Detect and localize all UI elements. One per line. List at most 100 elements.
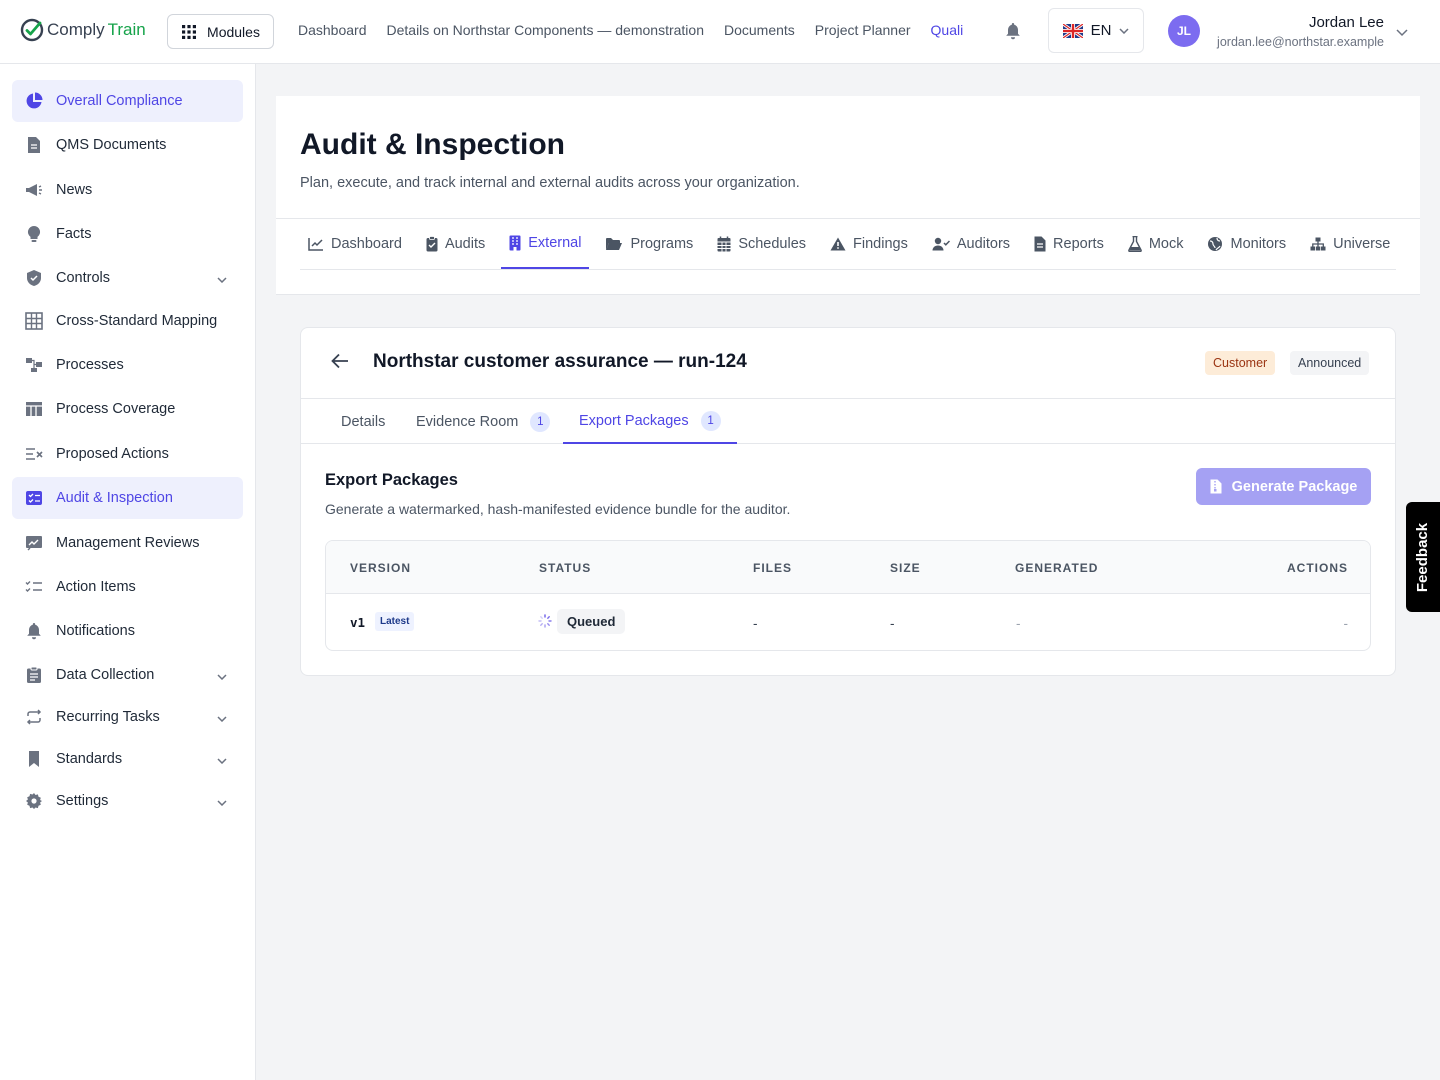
subtab-details[interactable]: Details	[341, 399, 385, 444]
top-nav-dashboard[interactable]: Dashboard	[298, 22, 367, 38]
sidebar-item-label: Data Collection	[56, 667, 155, 683]
subtab-export-packages[interactable]: Export Packages 1	[563, 399, 737, 444]
sidebar-item-facts[interactable]: Facts	[12, 213, 243, 255]
sidebar-item-audit-inspection[interactable]: Audit & Inspection	[12, 477, 243, 519]
document-icon	[24, 135, 44, 155]
sidebar-item-label: Recurring Tasks	[56, 709, 160, 725]
pie-chart-icon	[24, 91, 44, 111]
clipboard-icon	[24, 665, 44, 685]
sidebar-item-cross-standard-mapping[interactable]: Cross-Standard Mapping	[12, 300, 243, 342]
list-check-icon	[24, 577, 44, 597]
top-nav-documents[interactable]: Documents	[724, 22, 795, 38]
sidebar-item-settings[interactable]: Settings	[12, 780, 243, 822]
file-zip-icon	[1210, 479, 1222, 494]
column-header-files: FILES	[753, 561, 793, 575]
latest-badge: Latest	[375, 612, 415, 631]
files-cell: -	[753, 616, 758, 631]
tab-mock[interactable]: Mock	[1120, 219, 1192, 269]
notifications-bell-icon[interactable]	[1005, 22, 1021, 45]
tab-monitors[interactable]: Monitors	[1199, 219, 1294, 269]
tab-schedules[interactable]: Schedules	[709, 219, 814, 269]
language-label: EN	[1090, 22, 1112, 39]
user-email: jordan.lee@northstar.example	[1217, 35, 1384, 49]
tab-universe[interactable]: Universe	[1302, 219, 1398, 269]
tab-reports[interactable]: Reports	[1026, 219, 1112, 269]
column-header-generated: GENERATED	[1015, 561, 1099, 575]
chevron-down-icon	[217, 794, 227, 810]
sidebar-item-notifications[interactable]: Notifications	[12, 610, 243, 652]
app-logo[interactable]: Comply Train	[20, 18, 146, 42]
tab-dashboard[interactable]: Dashboard	[300, 219, 410, 269]
page-title: Audit & Inspection	[300, 128, 565, 161]
chevron-down-icon	[217, 271, 227, 287]
sidebar-item-label: Management Reviews	[56, 535, 200, 551]
tab-label: Schedules	[738, 236, 807, 252]
column-header-version: VERSION	[350, 561, 412, 575]
sidebar-item-label: Process Coverage	[56, 401, 176, 417]
sidebar-item-qms-documents[interactable]: QMS Documents	[12, 124, 243, 166]
tab-audits[interactable]: Audits	[418, 219, 493, 269]
check-circle-logo-icon	[20, 18, 44, 42]
top-nav-project-planner[interactable]: Project Planner	[815, 22, 911, 38]
modules-button[interactable]: Modules	[167, 14, 274, 49]
generate-package-button[interactable]: Generate Package	[1196, 468, 1371, 505]
module-tabs: Dashboard Audits External Programs Sched…	[300, 219, 1396, 270]
subtab-evidence-room[interactable]: Evidence Room 1	[416, 399, 551, 444]
sidebar-item-processes[interactable]: Processes	[12, 344, 243, 386]
sidebar-item-proposed-actions[interactable]: Proposed Actions	[12, 433, 243, 475]
tab-label: Reports	[1053, 236, 1104, 252]
top-nav-quali[interactable]: Quali	[931, 22, 964, 38]
top-bar: Comply Train Modules Dashboard Details on…	[0, 0, 1440, 64]
shield-icon	[24, 268, 44, 288]
user-menu-chevron-icon[interactable]	[1396, 24, 1408, 42]
user-check-icon	[932, 237, 950, 251]
chevron-down-icon	[217, 710, 227, 726]
sidebar-item-management-reviews[interactable]: Management Reviews	[12, 522, 243, 564]
count-badge: 1	[700, 410, 721, 431]
announced-badge: Announced	[1290, 351, 1370, 375]
tab-programs[interactable]: Programs	[597, 219, 701, 269]
sidebar-item-label: Action Items	[56, 579, 136, 595]
sidebar-item-label: Facts	[56, 226, 92, 242]
status-badge: Queued	[557, 609, 626, 634]
subtab-label: Evidence Room	[416, 413, 519, 430]
uk-flag-icon	[1062, 23, 1083, 38]
size-cell: -	[890, 616, 895, 631]
line-chart-icon	[308, 238, 323, 251]
sidebar-item-process-coverage[interactable]: Process Coverage	[12, 388, 243, 430]
audit-subtabs: Details Evidence Room 1 Export Packages …	[301, 398, 1395, 444]
modules-label: Modules	[207, 23, 260, 40]
language-selector[interactable]: EN	[1048, 8, 1144, 53]
building-icon	[509, 235, 521, 251]
avatar[interactable]: JL	[1168, 15, 1200, 47]
sidebar-item-label: Overall Compliance	[56, 93, 183, 109]
sidebar-item-label: QMS Documents	[56, 137, 167, 153]
tab-label: External	[528, 235, 582, 251]
feedback-button[interactable]: Feedback	[1406, 502, 1440, 612]
sidebar-item-standards[interactable]: Standards	[12, 738, 243, 780]
generated-cell: -	[1016, 616, 1021, 631]
sidebar-item-data-collection[interactable]: Data Collection	[12, 654, 243, 696]
sidebar-item-controls[interactable]: Controls	[12, 257, 243, 299]
column-header-actions: ACTIONS	[1287, 561, 1348, 575]
sidebar-item-label: Audit & Inspection	[56, 490, 173, 506]
version-cell: v1	[350, 615, 366, 630]
sidebar-item-action-items[interactable]: Action Items	[12, 566, 243, 608]
page-header: Audit & Inspection Plan, execute, and tr…	[276, 96, 1420, 295]
tab-external[interactable]: External	[501, 219, 590, 269]
tab-auditors[interactable]: Auditors	[924, 219, 1018, 269]
sidebar-item-label: Cross-Standard Mapping	[56, 313, 218, 329]
audit-detail-panel: Northstar customer assurance — run-124 C…	[300, 327, 1396, 676]
top-nav: Dashboard Details on Northstar Component…	[298, 22, 963, 38]
sidebar-item-overall-compliance[interactable]: Overall Compliance	[12, 80, 243, 122]
table-icon	[24, 399, 44, 419]
tab-findings[interactable]: Findings	[822, 219, 916, 269]
sidebar-item-news[interactable]: News	[12, 169, 243, 211]
table-header: VERSION STATUS FILES SIZE GENERATED ACTI…	[326, 541, 1370, 594]
subtab-label: Details	[341, 413, 386, 430]
top-nav-details[interactable]: Details on Northstar Components — demons…	[387, 22, 704, 38]
back-arrow-icon[interactable]	[331, 353, 349, 374]
column-header-size: SIZE	[890, 561, 921, 575]
sidebar-item-recurring-tasks[interactable]: Recurring Tasks	[12, 696, 243, 738]
user-name[interactable]: Jordan Lee	[1309, 14, 1384, 31]
